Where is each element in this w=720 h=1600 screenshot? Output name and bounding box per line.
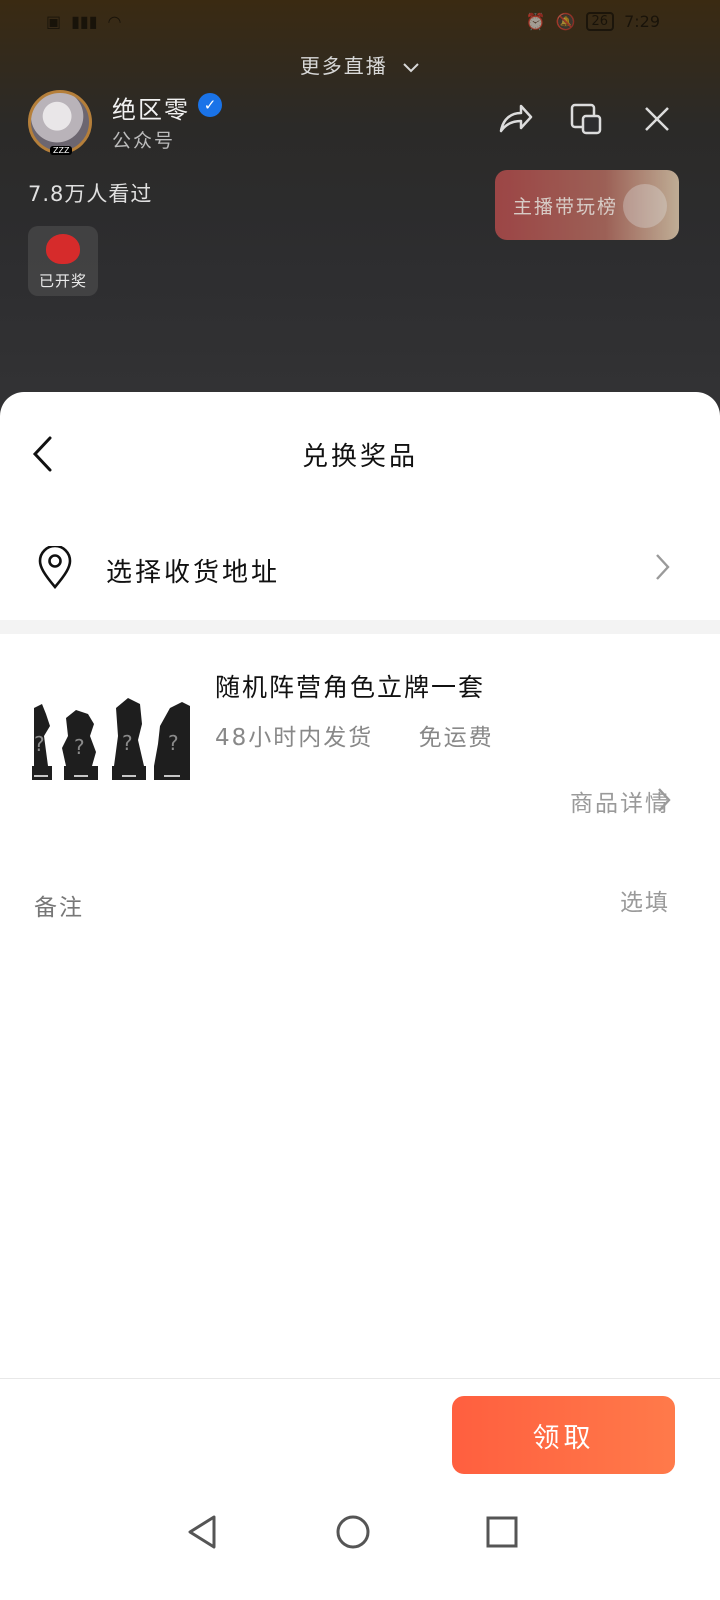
- svg-text:?: ?: [168, 731, 179, 755]
- battery-indicator: 26: [585, 12, 615, 31]
- chevron-right-icon: [656, 554, 670, 580]
- status-bar: ▣ ▮▮▮ ◠ ⏰ 🔕 26 7:29: [0, 0, 720, 48]
- redeem-prize-sheet: 兑换奖品 选择收货地址 ? ? ? ? 随机阵营角色立牌一套 48小时内发货 免…: [0, 392, 720, 1600]
- verified-badge-icon: ✓: [198, 93, 222, 117]
- mute-icon: 🔕: [555, 12, 576, 31]
- nav-back-icon[interactable]: [180, 1510, 224, 1554]
- product-shipping: 48小时内发货 免运费: [215, 718, 494, 752]
- sheet-header: 兑换奖品: [0, 392, 720, 512]
- lottery-label: 已开奖: [38, 272, 87, 290]
- more-live-dropdown[interactable]: 更多直播: [0, 50, 720, 79]
- claim-button[interactable]: 领取: [452, 1396, 675, 1474]
- status-time: 7:29: [624, 12, 660, 31]
- lucky-bag-icon: [46, 234, 80, 264]
- avatar-badge: ZZZ: [50, 146, 73, 155]
- gamepad-icon: [623, 184, 667, 228]
- streamer-subtitle: 公众号: [112, 130, 176, 152]
- nav-home-icon[interactable]: [331, 1510, 375, 1554]
- wifi-icon: ◠: [107, 12, 122, 31]
- sheet-title: 兑换奖品: [301, 442, 418, 472]
- rank-button-label: 主播带玩榜: [513, 196, 619, 218]
- chevron-down-icon: [403, 62, 419, 72]
- alarm-icon: ⏰: [525, 12, 546, 31]
- section-divider: [0, 620, 720, 634]
- footer-divider: [0, 1378, 720, 1379]
- close-icon[interactable]: [636, 98, 678, 140]
- system-nav-bar: [0, 1482, 720, 1582]
- share-icon[interactable]: [494, 98, 536, 140]
- location-pin-icon: [38, 546, 72, 590]
- svg-text:?: ?: [74, 735, 85, 759]
- chevron-right-icon: [658, 788, 671, 812]
- pip-window-icon[interactable]: [565, 98, 607, 140]
- lottery-button[interactable]: 已开奖: [28, 226, 98, 296]
- more-live-label: 更多直播: [299, 54, 388, 78]
- product-image: ? ? ? ?: [32, 698, 190, 780]
- product-title: 随机阵营角色立牌一套: [215, 673, 486, 702]
- remark-label: 备注: [34, 895, 84, 921]
- streamer-avatar[interactable]: [28, 90, 92, 154]
- remark-input[interactable]: [368, 882, 672, 924]
- svg-text:?: ?: [122, 731, 133, 755]
- streamer-rank-button[interactable]: 主播带玩榜: [495, 170, 679, 240]
- shipping-fee: 免运费: [418, 725, 494, 751]
- streamer-name[interactable]: 绝区零: [112, 90, 190, 125]
- signal-icon: ▮▮▮: [71, 12, 98, 31]
- select-address-row[interactable]: 选择收货地址: [0, 522, 720, 612]
- address-label: 选择收货地址: [106, 558, 281, 588]
- nav-recents-icon[interactable]: [480, 1510, 524, 1554]
- viewer-count: 7.8万人看过: [28, 182, 153, 206]
- svg-text:?: ?: [34, 732, 45, 756]
- shipping-time: 48小时内发货: [215, 725, 374, 751]
- hd-icon: ▣: [46, 12, 62, 31]
